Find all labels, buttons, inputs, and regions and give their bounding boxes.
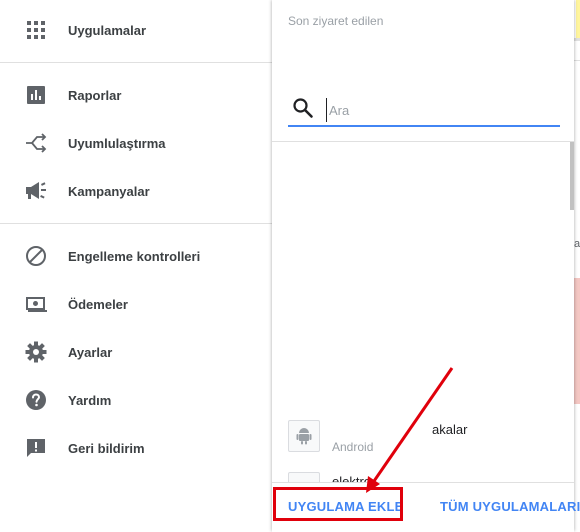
sidebar-item-campaigns[interactable]: Kampanyalar bbox=[0, 167, 272, 215]
android-icon bbox=[288, 420, 320, 452]
sidebar-item-mediation[interactable]: Uyumlulaştırma bbox=[0, 119, 272, 167]
sidebar-item-label: Yardım bbox=[68, 392, 112, 408]
background-page-fragment bbox=[574, 60, 580, 61]
sidebar-item-blocking-controls[interactable]: Engelleme kontrolleri bbox=[0, 232, 272, 280]
sidebar-item-settings[interactable]: Ayarlar bbox=[0, 328, 272, 376]
panel-divider bbox=[272, 141, 574, 142]
search-bar bbox=[288, 95, 560, 127]
payments-icon bbox=[24, 292, 48, 316]
app-list-item[interactable]: akalar Android bbox=[288, 420, 558, 460]
recently-visited-heading: Son ziyaret edilen bbox=[288, 14, 384, 28]
search-input[interactable] bbox=[326, 98, 551, 122]
app-name: akalar bbox=[432, 422, 468, 437]
apps-grid-icon bbox=[24, 18, 48, 42]
megaphone-icon bbox=[24, 179, 48, 203]
sidebar-item-label: Raporlar bbox=[68, 87, 122, 103]
search-icon bbox=[292, 97, 314, 119]
app-switcher-panel: Son ziyaret edilen akal bbox=[272, 0, 580, 532]
all-apps-button[interactable]: TÜM UYGULAMALARI bbox=[440, 499, 580, 514]
sidebar-item-label: Engelleme kontrolleri bbox=[68, 248, 201, 264]
sidebar-item-label: Uygulamalar bbox=[68, 22, 147, 38]
sidebar-item-feedback[interactable]: Geri bildirim bbox=[0, 424, 272, 472]
mediation-icon bbox=[24, 131, 48, 155]
sidebar-item-help[interactable]: Yardım bbox=[0, 376, 272, 424]
sidebar-item-label: Geri bildirim bbox=[68, 440, 145, 456]
sidebar-item-label: Ödemeler bbox=[68, 296, 128, 312]
sidebar-item-label: Uyumlulaştırma bbox=[68, 135, 166, 151]
background-text-fragment: a bbox=[574, 238, 580, 250]
sidebar-item-payments[interactable]: Ödemeler bbox=[0, 280, 272, 328]
help-icon bbox=[24, 388, 48, 412]
sidebar-item-label: Ayarlar bbox=[68, 344, 113, 360]
add-app-button[interactable]: UYGULAMA EKLE bbox=[288, 499, 404, 514]
sidebar-item-apps[interactable]: Uygulamalar bbox=[0, 6, 272, 54]
background-page-fragment bbox=[576, 0, 580, 38]
sidebar-divider bbox=[0, 62, 272, 63]
block-icon bbox=[24, 244, 48, 268]
sidebar-item-label: Kampanyalar bbox=[68, 183, 150, 199]
gear-icon bbox=[24, 340, 48, 364]
bar-chart-icon bbox=[24, 83, 48, 107]
background-page-fragment bbox=[574, 278, 580, 404]
sidebar-item-reports[interactable]: Raporlar bbox=[0, 71, 272, 119]
feedback-icon bbox=[24, 436, 48, 460]
panel-footer: UYGULAMA EKLE TÜM UYGULAMALARI bbox=[272, 482, 580, 532]
sidebar-nav: Uygulamalar Raporlar Uyumlulaştırma Kamp… bbox=[0, 0, 272, 531]
app-platform: Android bbox=[332, 440, 374, 454]
sidebar-divider bbox=[0, 223, 272, 224]
scrollbar[interactable] bbox=[570, 142, 574, 210]
